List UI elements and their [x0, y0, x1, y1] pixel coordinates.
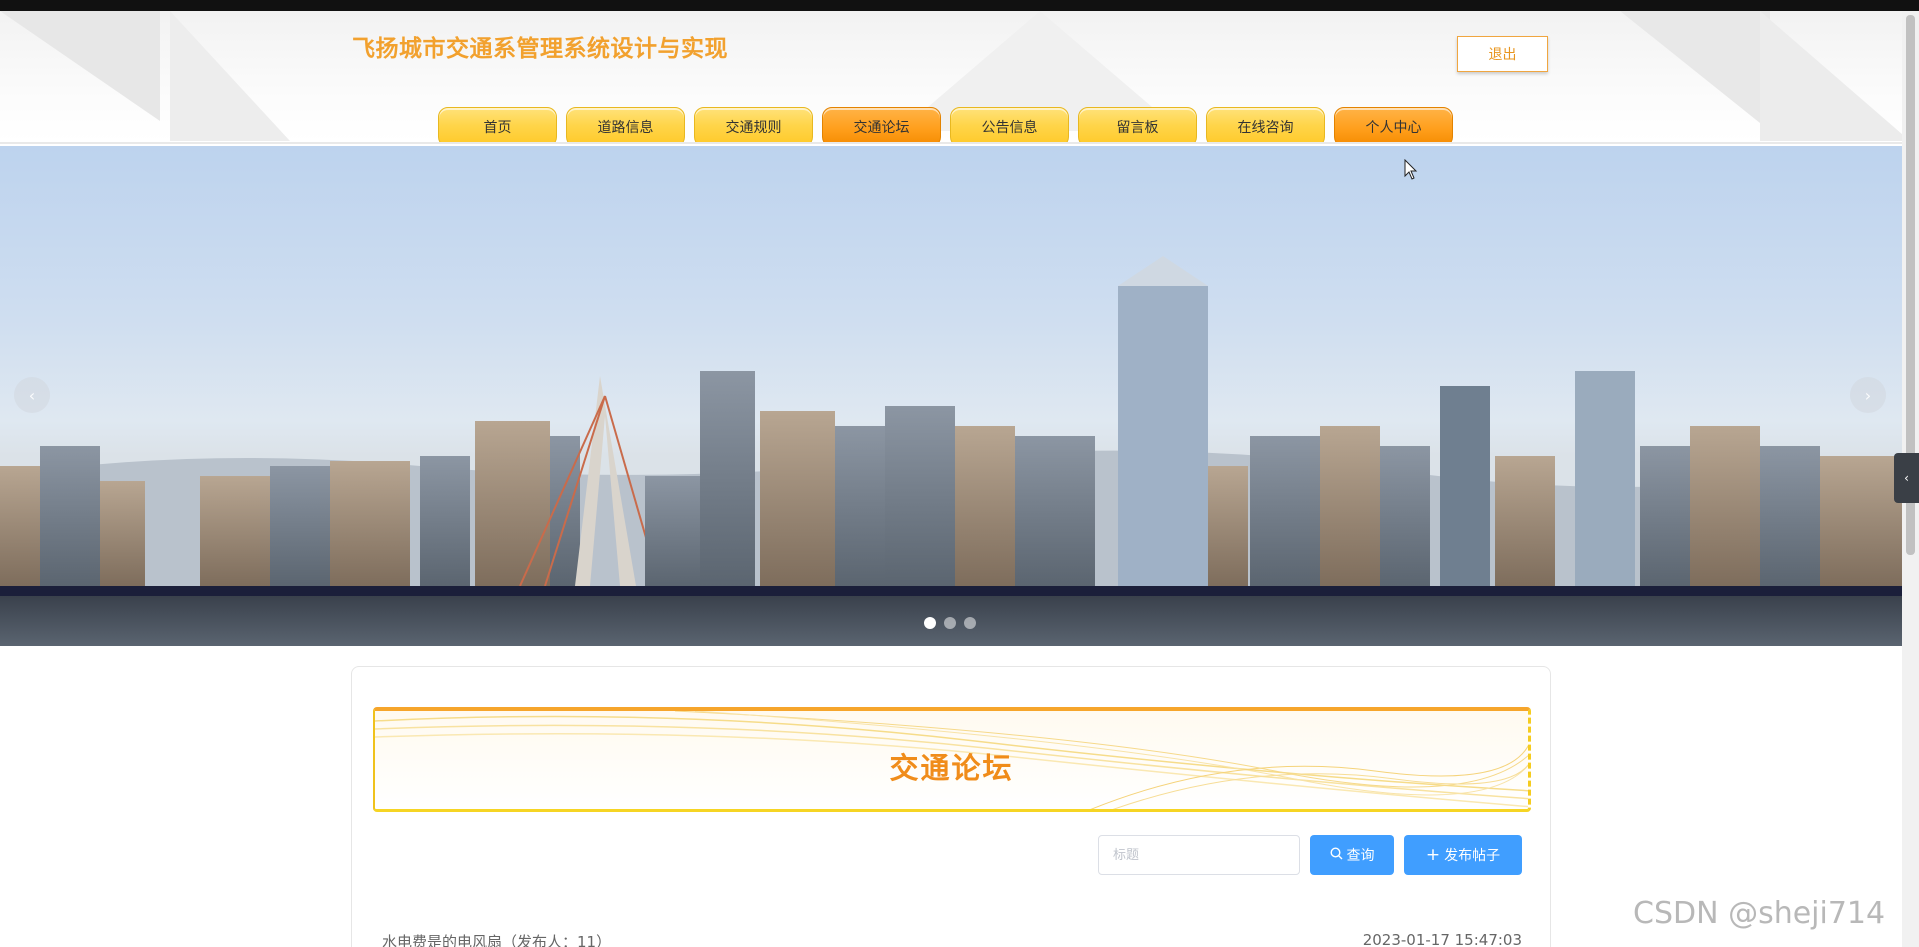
carousel-prev-arrow[interactable]: ‹ [14, 377, 50, 413]
query-button[interactable]: 查询 [1310, 835, 1394, 875]
header-decoration [1620, 11, 1770, 131]
carousel-dot-3[interactable] [964, 617, 976, 629]
carousel-dot-1[interactable] [924, 617, 936, 629]
chevron-right-icon: › [1864, 385, 1872, 405]
nav-item-online-consult[interactable]: 在线咨询 [1206, 107, 1325, 142]
publish-button-label: 发布帖子 [1444, 848, 1501, 864]
side-toggle-tab[interactable]: ‹ [1894, 453, 1919, 503]
mouse-cursor-icon [1404, 159, 1418, 180]
section-title-banner: 交通论坛 [373, 707, 1531, 812]
city-skyline-image [0, 256, 1902, 646]
carousel-dot-2[interactable] [944, 617, 956, 629]
nav-item-announcements[interactable]: 公告信息 [950, 107, 1069, 142]
publish-post-button[interactable]: + 发布帖子 [1404, 835, 1522, 875]
carousel-next-arrow[interactable]: › [1850, 377, 1886, 413]
search-icon [1329, 846, 1343, 864]
chevron-left-icon: ‹ [28, 385, 36, 405]
nav-item-personal-center[interactable]: 个人中心 [1334, 107, 1453, 142]
browser-top-strip [0, 0, 1919, 11]
site-title: 飞扬城市交通系管理系统设计与实现 [352, 36, 728, 62]
site-header: 飞扬城市交通系管理系统设计与实现 退出 首页 道路信息 交通规则 交通论坛 公告… [0, 11, 1902, 144]
watermark: CSDN @sheji714 [1633, 896, 1886, 931]
forum-post-row[interactable]: 水电费是的电风扇（发布人：11） 2023-01-17 15:47:03 [382, 931, 1522, 947]
nav-item-traffic-forum[interactable]: 交通论坛 [822, 107, 941, 142]
post-title: 水电费是的电风扇（发布人：11） [382, 933, 612, 947]
chevron-left-icon: ‹ [1904, 471, 1909, 485]
plus-icon: + [1425, 845, 1441, 865]
forum-content-card: 交通论坛 查询 + 发布帖子 水电费是的电风扇（发布人：11） 2023-01-… [351, 666, 1551, 947]
nav-item-home[interactable]: 首页 [438, 107, 557, 142]
nav-item-road-info[interactable]: 道路信息 [566, 107, 685, 142]
hero-carousel: ‹ › [0, 146, 1902, 646]
logout-button[interactable]: 退出 [1457, 36, 1548, 72]
nav-item-traffic-rules[interactable]: 交通规则 [694, 107, 813, 142]
search-title-input[interactable] [1098, 835, 1300, 875]
query-button-label: 查询 [1346, 848, 1375, 864]
header-decoration [0, 11, 160, 121]
header-decoration [170, 11, 290, 141]
post-time: 2023-01-17 15:47:03 [1362, 931, 1522, 947]
carousel-indicators [924, 617, 976, 629]
nav-item-message-board[interactable]: 留言板 [1078, 107, 1197, 142]
main-nav: 首页 道路信息 交通规则 交通论坛 公告信息 留言板 在线咨询 个人中心 [438, 107, 1453, 142]
section-title: 交通论坛 [889, 751, 1014, 785]
header-decoration [1760, 11, 1902, 141]
